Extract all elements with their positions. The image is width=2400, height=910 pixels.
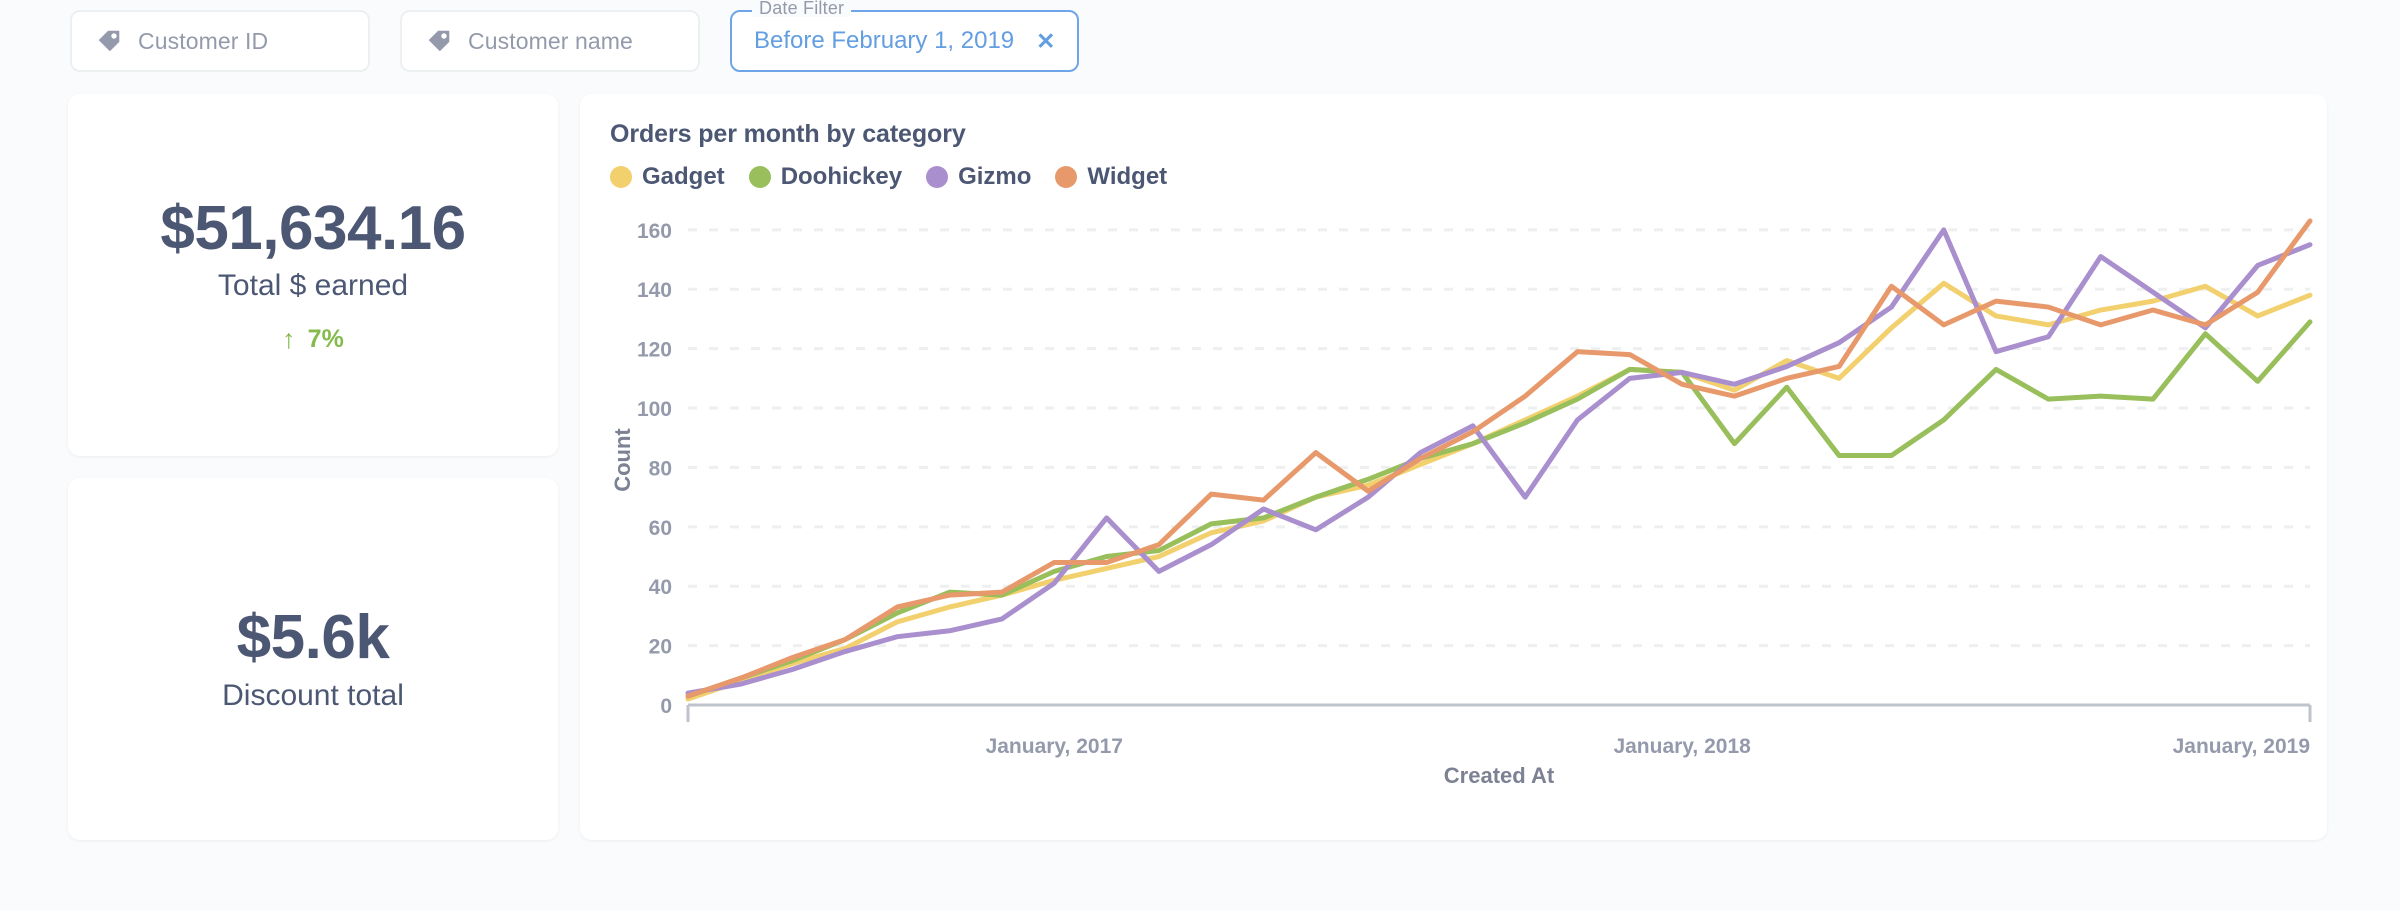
- legend-item-widget[interactable]: Widget: [1055, 163, 1167, 191]
- x-tick-label: January, 2019: [2173, 735, 2310, 758]
- y-tick-label: 0: [660, 695, 672, 718]
- scalar-card-total-earned[interactable]: $51,634.16 Total $ earned ↑ 7%: [68, 94, 558, 456]
- chart-card-orders-per-month[interactable]: Orders per month by category Gadget Doohi…: [580, 94, 2327, 840]
- x-tick-label: January, 2018: [1613, 735, 1751, 758]
- chart-title: Orders per month by category: [610, 120, 966, 148]
- series-line-gizmo[interactable]: [685, 227, 2313, 696]
- y-tick-label: 60: [649, 517, 672, 540]
- legend-label: Gadget: [642, 163, 725, 190]
- y-tick-label: 20: [649, 636, 672, 659]
- y-axis-title: Count: [610, 428, 635, 492]
- series-line-gadget[interactable]: [685, 280, 2313, 702]
- filter-label-customer-name: Customer name: [468, 27, 633, 54]
- y-tick-label: 80: [649, 457, 672, 480]
- legend-label: Gizmo: [958, 163, 1032, 190]
- y-tick-label: 140: [637, 279, 672, 302]
- legend-item-doohickey[interactable]: Doohickey: [748, 163, 903, 191]
- scalar-column: $51,634.16 Total $ earned ↑ 7% $5.6k Dis…: [68, 94, 558, 840]
- scalar-title: Discount total: [222, 678, 404, 712]
- chart-plot: 0 20 40 60 80 100 120 140 160 Count January, 2017 J…: [610, 197, 2313, 797]
- trend-value: 7%: [307, 325, 344, 354]
- filter-bar: Customer ID Customer name Date Filter Be…: [0, 0, 2400, 72]
- x-axis-title: Created At: [1444, 763, 1555, 788]
- legend-label: Widget: [1087, 163, 1168, 190]
- y-tick-label: 120: [637, 339, 672, 362]
- scalar-title: Total $ earned: [217, 269, 409, 303]
- chart-legend: Gadget Doohickey Gizmo Widget: [610, 163, 2297, 191]
- filter-label-customer-id: Customer ID: [138, 27, 269, 54]
- legend-color-dot: [926, 166, 949, 188]
- dashboard-grid: $51,634.16 Total $ earned ↑ 7% $5.6k Dis…: [0, 72, 2400, 840]
- scalar-value: $51,634.16: [160, 193, 466, 263]
- legend-color-dot: [1055, 166, 1078, 188]
- scalar-value: $5.6k: [236, 603, 390, 673]
- filter-widget-customer-name[interactable]: Customer name: [400, 10, 700, 72]
- close-icon[interactable]: ✕: [1034, 29, 1055, 53]
- filter-legend-date: Date Filter: [752, 0, 852, 17]
- y-tick-label: 160: [637, 220, 672, 243]
- legend-color-dot: [748, 166, 771, 188]
- series-line-doohickey[interactable]: [685, 319, 2313, 699]
- tag-icon: [96, 28, 122, 54]
- line-chart-svg[interactable]: 0 20 40 60 80 100 120 140 160 Count January, 2017 J…: [610, 197, 2327, 797]
- y-tick-label: 40: [649, 576, 672, 599]
- legend-label: Doohickey: [780, 163, 903, 190]
- x-tick-label: January, 2017: [986, 735, 1123, 758]
- y-tick-label: 100: [637, 398, 672, 421]
- legend-item-gadget[interactable]: Gadget: [610, 163, 725, 191]
- scalar-card-discount-total[interactable]: $5.6k Discount total: [68, 478, 558, 840]
- filter-value-date: Before February 1, 2019: [754, 27, 1015, 54]
- legend-item-gizmo[interactable]: Gizmo: [926, 163, 1031, 191]
- trend-indicator: ↑ 7%: [282, 325, 344, 354]
- filter-widget-date[interactable]: Date Filter Before February 1, 2019 ✕: [730, 0, 1080, 72]
- tag-icon: [426, 28, 452, 54]
- filter-widget-customer-id[interactable]: Customer ID: [70, 10, 370, 72]
- legend-color-dot: [610, 166, 632, 188]
- arrow-up-icon: ↑: [282, 324, 296, 355]
